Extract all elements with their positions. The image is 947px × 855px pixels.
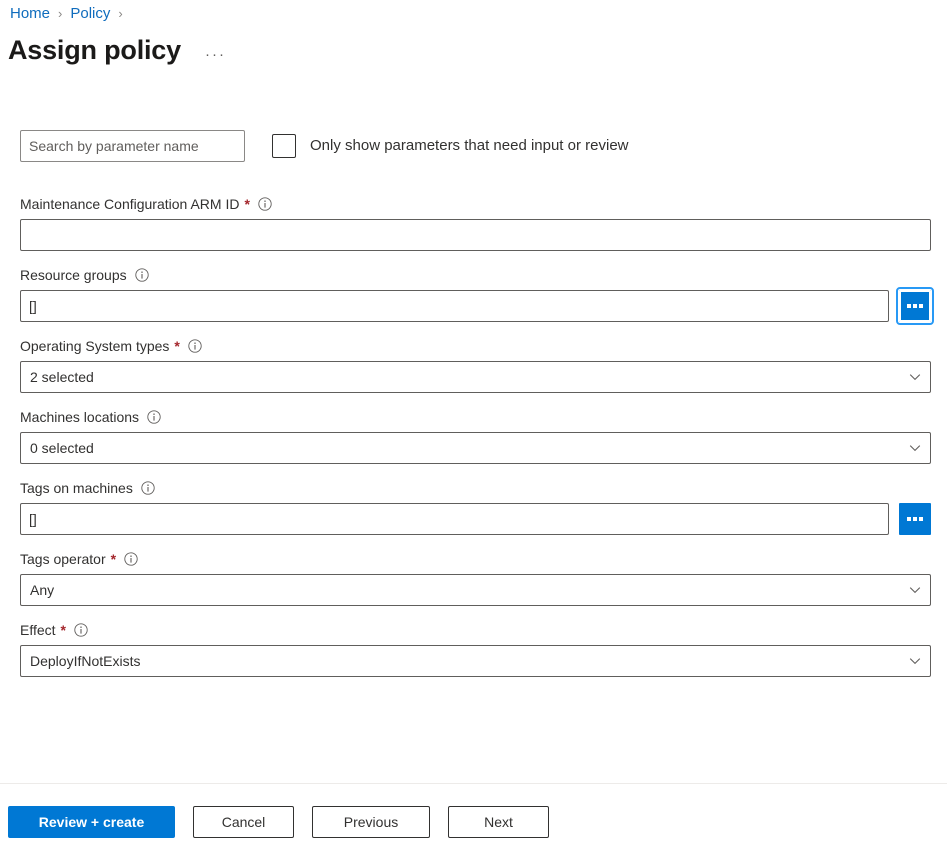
tags-on-machines-input[interactable]: [20, 503, 889, 535]
field-label-row: Tags operator *: [20, 549, 931, 569]
field-control-row: [20, 287, 934, 325]
field-label-row: Machines locations: [20, 407, 931, 427]
dropdown-value: 0 selected: [30, 440, 94, 456]
ellipsis-icon: [907, 517, 923, 521]
next-button[interactable]: Next: [448, 806, 549, 838]
only-needed-label: Only show parameters that need input or …: [310, 137, 629, 154]
resource-groups-input[interactable]: [20, 290, 889, 322]
field-resource-groups: Resource groups: [20, 265, 934, 325]
parameter-filter-toolbar: Only show parameters that need input or …: [20, 130, 629, 162]
info-icon[interactable]: [141, 481, 155, 495]
field-label-text: Maintenance Configuration ARM ID: [20, 196, 240, 212]
dropdown-value: 2 selected: [30, 369, 94, 385]
field-label-text: Effect: [20, 622, 56, 638]
footer-divider: [0, 783, 947, 784]
cancel-button[interactable]: Cancel: [193, 806, 294, 838]
field-spacer: [20, 535, 931, 549]
field-tags-on-machines: Tags on machines: [20, 478, 931, 535]
field-control-row: [20, 503, 931, 535]
info-icon[interactable]: [188, 339, 202, 353]
field-label-row: Effect *: [20, 620, 931, 640]
field-maintenance-configuration-arm-id: Maintenance Configuration ARM ID *: [20, 194, 931, 251]
field-label-row: Operating System types *: [20, 336, 931, 356]
tags-on-machines-picker-button[interactable]: [899, 503, 931, 535]
field-spacer: [20, 322, 931, 336]
field-operating-system-types: Operating System types * 2 selected: [20, 336, 931, 393]
only-needed-checkbox[interactable]: [272, 134, 296, 158]
review-create-button[interactable]: Review + create: [8, 806, 175, 838]
breadcrumb-separator-icon: ›: [118, 6, 123, 21]
search-input[interactable]: [20, 130, 245, 162]
field-tags-operator: Tags operator * Any: [20, 549, 931, 606]
info-icon[interactable]: [74, 623, 88, 637]
breadcrumb-separator-icon: ›: [58, 6, 63, 21]
more-options-icon[interactable]: ···: [205, 47, 226, 62]
required-marker: *: [174, 338, 180, 354]
dropdown-value: Any: [30, 582, 55, 598]
operating-system-types-dropdown[interactable]: 2 selected: [20, 361, 931, 393]
field-label-row: Maintenance Configuration ARM ID *: [20, 194, 931, 214]
field-spacer: [20, 606, 931, 620]
info-icon[interactable]: [258, 197, 272, 211]
required-marker: *: [244, 196, 250, 212]
machines-locations-dropdown[interactable]: 0 selected: [20, 432, 931, 464]
field-label-text: Machines locations: [20, 409, 140, 425]
only-needed-checkbox-wrapper[interactable]: Only show parameters that need input or …: [272, 134, 629, 158]
field-label-row: Tags on machines: [20, 478, 931, 498]
previous-button[interactable]: Previous: [312, 806, 430, 838]
dropdown-value: DeployIfNotExists: [30, 653, 141, 669]
field-label-row: Resource groups: [20, 265, 931, 285]
page-header: Assign policy ···: [8, 32, 226, 68]
field-label-text: Resource groups: [20, 267, 127, 283]
assign-policy-page: Home › Policy › Assign policy ··· Only s…: [0, 0, 947, 855]
page-title: Assign policy: [8, 35, 181, 65]
breadcrumb-item-home[interactable]: Home: [8, 4, 52, 24]
effect-dropdown[interactable]: DeployIfNotExists: [20, 645, 931, 677]
field-spacer: [20, 393, 931, 407]
required-marker: *: [60, 622, 66, 638]
breadcrumb-item-policy[interactable]: Policy: [68, 4, 112, 24]
required-marker: *: [110, 551, 117, 567]
info-icon[interactable]: [147, 410, 161, 424]
chevron-down-icon: [900, 433, 930, 463]
chevron-down-icon: [900, 575, 930, 605]
ellipsis-icon: [907, 304, 923, 308]
field-label-text: Tags operator: [20, 551, 106, 567]
chevron-down-icon: [900, 362, 930, 392]
info-icon[interactable]: [134, 268, 149, 282]
field-effect: Effect * DeployIfNotExists: [20, 620, 931, 677]
info-icon[interactable]: [124, 552, 138, 566]
field-spacer: [20, 464, 931, 478]
field-spacer: [20, 251, 931, 265]
resource-groups-picker-button[interactable]: [896, 287, 934, 325]
field-label-text: Operating System types: [20, 338, 170, 354]
parameters-form: Maintenance Configuration ARM ID * Resou…: [20, 194, 934, 677]
breadcrumb: Home › Policy ›: [8, 4, 129, 24]
maintenance-configuration-arm-id-input[interactable]: [20, 219, 931, 251]
tags-operator-dropdown[interactable]: Any: [20, 574, 931, 606]
field-machines-locations: Machines locations 0 selected: [20, 407, 931, 464]
wizard-footer: Review + create Cancel Previous Next: [8, 806, 567, 838]
chevron-down-icon: [900, 646, 930, 676]
field-control-row: [20, 219, 931, 251]
field-label-text: Tags on machines: [20, 480, 133, 496]
